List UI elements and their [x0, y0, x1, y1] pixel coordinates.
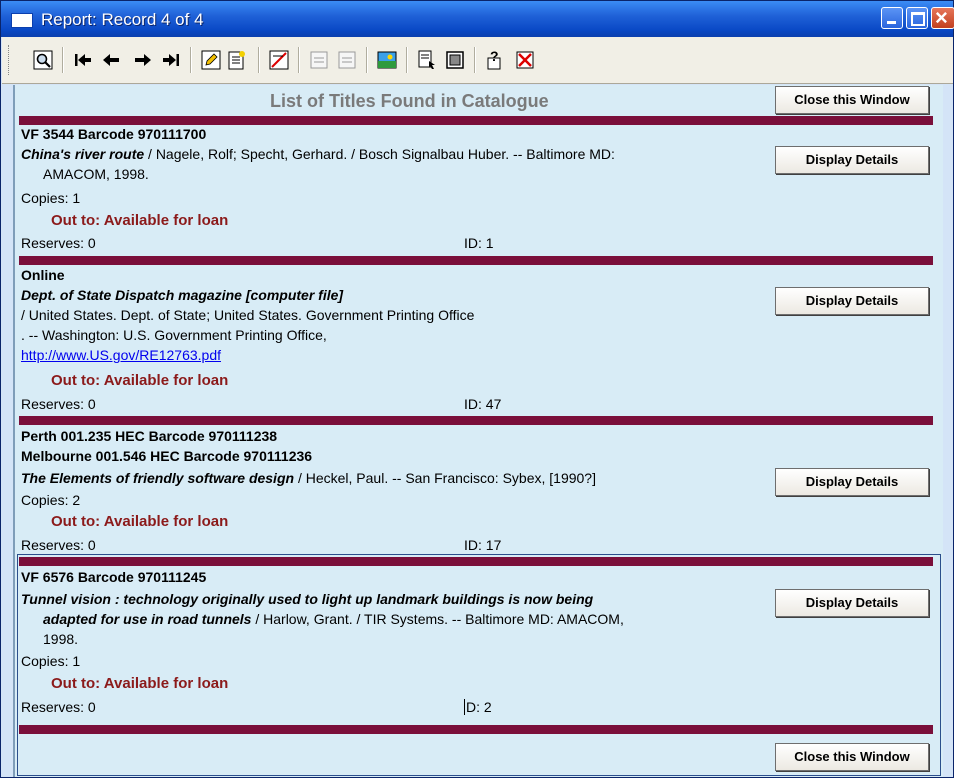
loan-status: Out to: Available for loan	[51, 212, 229, 229]
toolbar-grip[interactable]	[8, 45, 12, 75]
loan-status: Out to: Available for loan	[51, 675, 229, 692]
toolbar-separator	[258, 47, 260, 73]
display-details-button[interactable]: Display Details	[775, 287, 929, 315]
report-body: List of Titles Found in Catalogue Close …	[13, 85, 943, 777]
record-divider	[19, 557, 933, 566]
close-report-icon[interactable]	[514, 49, 536, 71]
display-details-button[interactable]: Display Details	[775, 468, 929, 496]
toolbar-separator	[190, 47, 192, 73]
title-bar[interactable]: Report: Record 4 of 4	[1, 1, 954, 37]
record-citation: Tunnel vision : technology originally us…	[21, 591, 624, 647]
window-title: Report: Record 4 of 4	[41, 10, 204, 29]
record-divider	[19, 725, 933, 734]
record-call-number-2: Melbourne 001.546 HEC Barcode 970111236	[21, 448, 313, 464]
toolbar: ?	[2, 37, 953, 84]
record-id: ID: 1	[464, 235, 494, 251]
layout-icon[interactable]	[444, 49, 466, 71]
record-citation: Dept. of State Dispatch magazine [comput…	[21, 287, 475, 363]
record-link[interactable]: http://www.US.gov/RE12763.pdf	[21, 347, 221, 363]
toolbar-separator	[298, 47, 300, 73]
toolbar-separator	[474, 47, 476, 73]
record-call-number: VF 3544 Barcode 970111700	[21, 126, 207, 142]
window-icon	[11, 13, 33, 28]
record-copies: Copies: 1	[21, 190, 81, 206]
toolbar-separator	[62, 47, 64, 73]
maximize-button[interactable]	[906, 7, 928, 29]
minimize-button[interactable]	[881, 7, 903, 29]
report-window: Report: Record 4 of 4 × ? List of Titles…	[0, 0, 954, 778]
record-call-number: Perth 001.235 HEC Barcode 970111238	[21, 428, 278, 444]
first-record-icon[interactable]	[72, 49, 94, 71]
prev-record-icon[interactable]	[100, 49, 122, 71]
record-citation: China's river route / Nagele, Rolf; Spec…	[21, 146, 615, 182]
record-copies: Copies: 1	[21, 653, 81, 669]
loan-status: Out to: Available for loan	[51, 513, 229, 530]
new-record-icon[interactable]	[226, 49, 248, 71]
help-icon[interactable]: ?	[484, 49, 506, 71]
delete-icon[interactable]	[268, 49, 290, 71]
record-id: ID: 17	[464, 537, 502, 553]
record-title: Tunnel vision : technology originally us…	[21, 591, 594, 607]
report-icon[interactable]	[416, 49, 438, 71]
display-details-button[interactable]: Display Details	[775, 146, 929, 174]
close-window-button-top[interactable]: Close this Window	[775, 86, 929, 114]
close-window-button[interactable]	[931, 5, 954, 31]
record-reserves: Reserves: 0	[21, 396, 96, 412]
record-call-number: Online	[21, 267, 65, 283]
picture-icon[interactable]	[376, 49, 398, 71]
record-divider	[19, 256, 933, 265]
record-reserves: Reserves: 0	[21, 537, 96, 553]
record-call-number: VF 6576 Barcode 970111245	[21, 569, 207, 585]
record-id: ID: 47	[464, 396, 502, 412]
record-title: China's river route	[21, 146, 145, 162]
toolbar-separator	[366, 47, 368, 73]
close-window-button-bottom[interactable]: Close this Window	[775, 743, 929, 771]
record-reserves: Reserves: 0	[21, 699, 96, 715]
export-icon	[336, 49, 358, 71]
edit-icon[interactable]	[200, 49, 222, 71]
import-icon	[308, 49, 330, 71]
zoom-icon[interactable]	[32, 49, 54, 71]
record-title: Dept. of State Dispatch magazine [comput…	[21, 287, 344, 303]
record-id: D: 2	[464, 699, 492, 715]
record-divider	[19, 416, 933, 425]
record-reserves: Reserves: 0	[21, 235, 96, 251]
report-title: List of Titles Found in Catalogue	[270, 91, 549, 111]
svg-text:?: ?	[490, 50, 499, 64]
next-record-icon[interactable]	[132, 49, 154, 71]
record-title: The Elements of friendly software design	[21, 470, 295, 486]
text-cursor	[464, 699, 465, 715]
record-citation: The Elements of friendly software design…	[21, 470, 596, 486]
record-copies: Copies: 2	[21, 492, 81, 508]
loan-status: Out to: Available for loan	[51, 372, 229, 389]
toolbar-separator	[406, 47, 408, 73]
last-record-icon[interactable]	[160, 49, 182, 71]
display-details-button[interactable]: Display Details	[775, 589, 929, 617]
